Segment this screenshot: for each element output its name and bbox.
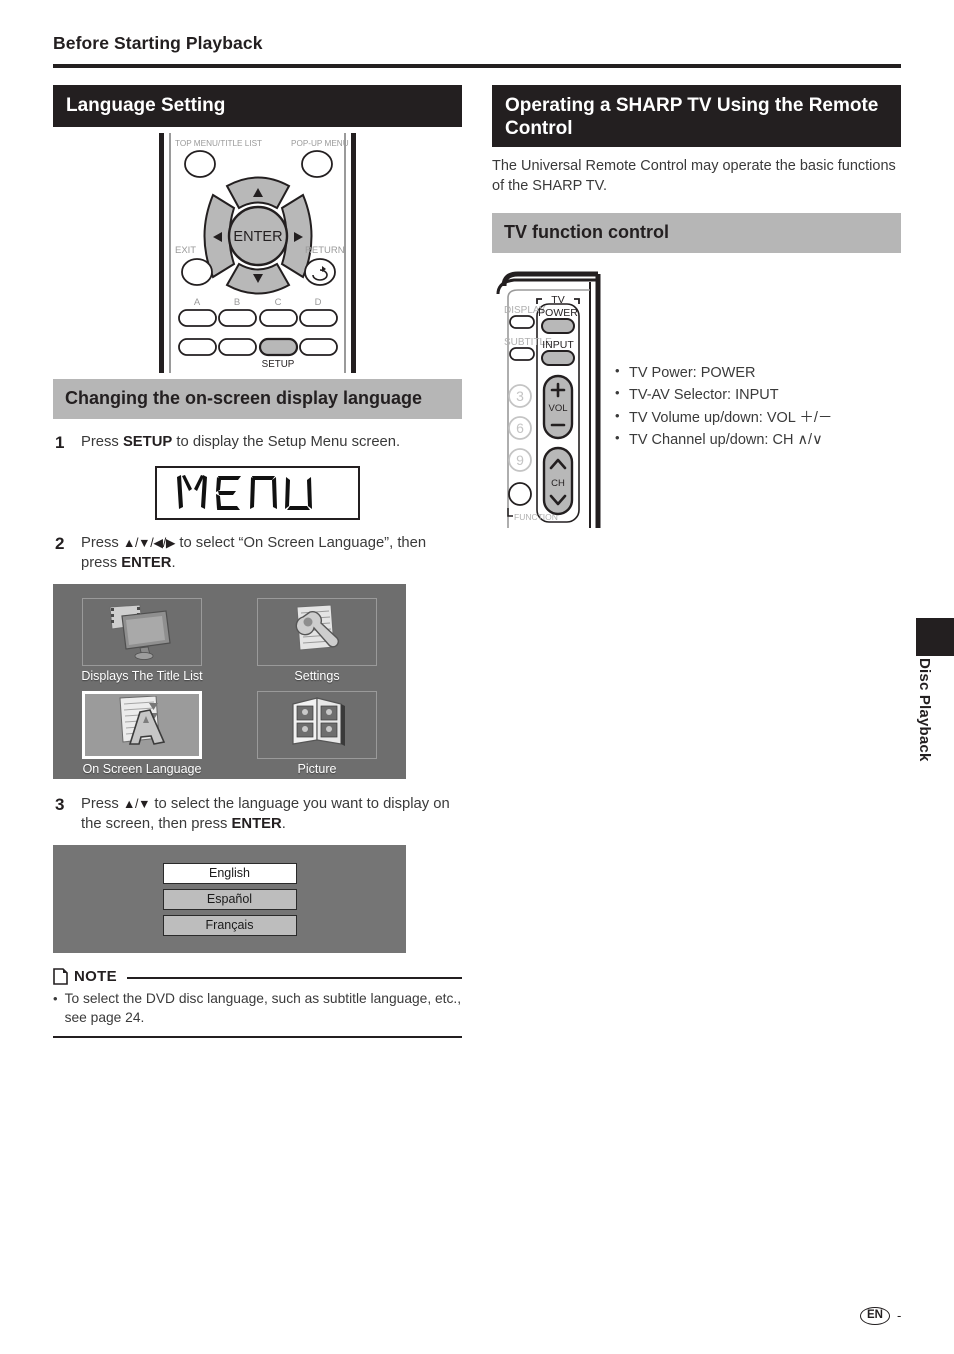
step-1: 1 Press SETUP to display the Setup Menu … [53,432,462,455]
step-2-text: Press ▲/▼/◀/▶ to select “On Screen Langu… [81,534,427,571]
note-page-icon-svg [53,968,68,985]
note-bottom-rule [53,1036,462,1039]
menu-cell-caption: Settings [294,668,340,683]
bullet-tv-channel: TV Channel up/down: CH ∧/∨ [614,428,832,451]
tv-remote-diagram: TV DISPLAY SUBTITLE POWER INPUT 3 6 9 FU… [494,268,606,528]
language-option-francais[interactable]: Français [162,914,297,936]
step-2-number: 2 [55,533,65,553]
language-option-english[interactable]: English [162,862,297,884]
remote-nav-svg: TOP MENU/TITLE LIST POP-UP MENU ENTER EX… [159,133,356,374]
note-bullet-text: To select the DVD disc language, such as… [64,991,462,1025]
photo-album-icon [257,690,377,759]
menu-cell-caption: On Screen Language [82,761,202,776]
svg-text:B: B [234,297,240,308]
svg-text:3: 3 [516,388,524,404]
svg-text:C: C [275,297,282,308]
note-bullet-dot: • [53,991,58,1007]
language-option-espanol[interactable]: Español [162,888,297,910]
svg-text:INPUT: INPUT [542,339,574,351]
note-header-rule [126,976,462,979]
subsection-heading-tv-function-control: TV function control [492,213,901,253]
tv-remote-svg: TV DISPLAY SUBTITLE POWER INPUT 3 6 9 FU… [496,271,601,528]
section-heading-language-setting: Language Setting [53,85,462,128]
lcd-display-wrap [53,465,462,520]
svg-text:POWER: POWER [538,307,578,319]
right-intro-text: The Universal Remote Control may operate… [492,158,896,194]
language-code-badge: EN [860,1307,890,1325]
note-title: NOTE [74,968,117,986]
side-tab-label: Disc Playback [916,658,933,762]
page-number-marker: - [896,1308,902,1324]
subsection-heading-changing-language: Changing the on-screen display language [53,379,462,419]
note-page-icon [53,968,68,985]
step-2: 2 Press ▲/▼/◀/▶ to select “On Screen Lan… [53,533,462,573]
svg-text:VOL: VOL [548,403,567,414]
menu-cell-title-list[interactable]: Displays The Title List [67,597,217,683]
svg-text:RETURN: RETURN [305,245,345,256]
right-column: Operating a SHARP TV Using the Remote Co… [492,85,901,253]
svg-text:D: D [315,297,322,308]
left-column: Language Setting TOP MENU/TITLE LIST POP… [53,85,462,1039]
svg-text:EXIT: EXIT [175,245,196,256]
document-letter-a-icon [82,690,202,759]
bullet-tv-volume: TV Volume up/down: VOL ＋/－ [614,406,832,429]
bullet-tv-power: TV Power: POWER [614,361,832,384]
lcd-display-panel [155,465,360,520]
svg-text:POP-UP MENU: POP-UP MENU [291,139,349,148]
page-footer: EN - [860,1307,901,1325]
document-letter-a-icon-svg [119,695,166,745]
step-3-number: 3 [55,794,65,814]
menu-cell-caption: Displays The Title List [81,668,203,683]
note-header: NOTE [53,968,462,985]
tv-film-icon [82,597,202,666]
language-selection-screenshot: English Español Français [53,845,406,954]
svg-text:6: 6 [516,420,524,436]
section-heading-operating-sharp-tv: Operating a SHARP TV Using the Remote Co… [492,85,901,147]
bullet-tv-av: TV-AV Selector: INPUT [614,383,832,406]
menu-cell-picture[interactable]: Picture [242,690,392,776]
step-3-text: Press ▲/▼ to select the language you wan… [81,795,450,832]
tv-function-bullet-list: TV Power: POWER TV-AV Selector: INPUT TV… [614,361,832,451]
svg-text:CH: CH [551,478,565,489]
dpad-arrows-glyph: ▲/▼/◀/▶ [122,535,176,550]
svg-text:A: A [194,297,201,308]
step-3: 3 Press ▲/▼ to select the language you w… [53,794,462,834]
manual-page: Before Starting Playback Language Settin… [0,0,954,1354]
menu-cell-caption: Picture [297,761,337,776]
note-bullet-row: • To select the DVD disc language, such … [53,990,462,1027]
side-tab-marker [916,618,954,656]
setup-menu-screenshot: Displays The Title List Settings On Scre… [53,583,406,779]
page-title: Before Starting Playback [53,33,263,53]
note-block: NOTE • To select the DVD disc language, … [53,968,462,1039]
lcd-menu-text [176,474,312,510]
menu-cell-settings[interactable]: Settings [242,597,392,683]
step-1-number: 1 [55,432,65,452]
svg-text:9: 9 [516,452,524,468]
svg-text:TOP MENU/TITLE LIST: TOP MENU/TITLE LIST [175,139,262,148]
document-wrench-icon [257,597,377,666]
menu-cell-on-screen-language[interactable]: On Screen Language [67,690,217,776]
photo-album-icon-svg [292,697,345,746]
step-1-text: Press SETUP to display the Setup Menu sc… [81,433,401,450]
document-wrench-icon-svg [295,604,340,651]
remote-control-navigation-diagram: TOP MENU/TITLE LIST POP-UP MENU ENTER EX… [53,133,462,374]
tv-film-icon-svg [109,604,171,660]
header-divider [53,64,901,68]
svg-text:SETUP: SETUP [262,359,295,370]
updown-arrows-glyph: ▲/▼ [122,796,151,811]
svg-text:ENTER: ENTER [233,229,282,245]
